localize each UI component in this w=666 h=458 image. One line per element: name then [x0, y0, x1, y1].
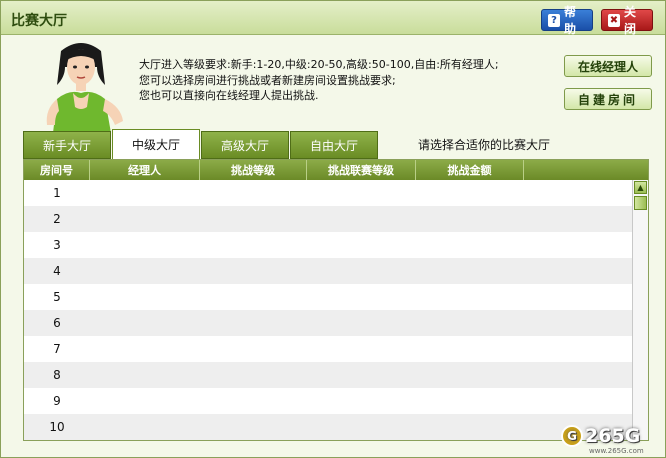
room-number: 8 [53, 368, 61, 382]
room-number: 9 [53, 394, 61, 408]
help-label: 帮助 [563, 5, 576, 36]
match-hall-window: 比赛大厅 ? 帮助 ✖ 关闭 大厅进入等级要求:新手:1-20,中级:20-50… [0, 0, 666, 458]
table-row[interactable]: 8 [24, 362, 632, 388]
watermark-url: www.265G.com [589, 447, 644, 455]
table-rows: 1 2 3 4 5 6 7 8 9 10 [24, 180, 632, 440]
column-manager[interactable]: 经理人 [90, 160, 200, 180]
room-number: 4 [53, 264, 61, 278]
table-row[interactable]: 10 [24, 414, 632, 440]
host-girl-avatar [46, 43, 123, 133]
room-table: 房间号 经理人 挑战等级 挑战联赛等级 挑战金额 1 2 3 4 5 6 7 8… [23, 159, 649, 441]
room-number: 6 [53, 316, 61, 330]
room-number: 7 [53, 342, 61, 356]
table-scrollbar[interactable]: ▲ [632, 180, 648, 440]
requirements-line-2: 您可以选择房间进行挑战或者新建房间设置挑战要求; [139, 73, 396, 87]
online-managers-button[interactable]: 在线经理人 [564, 55, 652, 77]
column-challenge-league-level[interactable]: 挑战联赛等级 [307, 160, 416, 180]
help-button[interactable]: ? 帮助 [541, 5, 593, 36]
create-room-button[interactable]: 自建房间 [564, 88, 652, 110]
table-row[interactable]: 4 [24, 258, 632, 284]
table-header: 房间号 经理人 挑战等级 挑战联赛等级 挑战金额 [24, 160, 648, 180]
room-number: 2 [53, 212, 61, 226]
room-number: 5 [53, 290, 61, 304]
tab-advanced-hall[interactable]: 高级大厅 [201, 131, 289, 159]
table-row[interactable]: 1 [24, 180, 632, 206]
column-challenge-amount[interactable]: 挑战金额 [416, 160, 524, 180]
table-row[interactable]: 6 [24, 310, 632, 336]
column-room-number[interactable]: 房间号 [24, 160, 90, 180]
close-button[interactable]: ✖ 关闭 [601, 5, 653, 36]
table-row[interactable]: 5 [24, 284, 632, 310]
table-row[interactable]: 7 [24, 336, 632, 362]
level-requirements-text: 大厅进入等级要求:新手:1-20,中级:20-50,高级:50-100,自由:所… [139, 57, 559, 104]
room-number: 1 [53, 186, 61, 200]
table-row[interactable]: 3 [24, 232, 632, 258]
room-number: 10 [49, 420, 65, 434]
requirements-line-1: 大厅进入等级要求:新手:1-20,中级:20-50,高级:50-100,自由:所… [139, 58, 499, 71]
g-logo-icon: G [561, 425, 583, 447]
close-label: 关闭 [623, 5, 636, 36]
close-icon: ✖ [608, 13, 620, 27]
tab-free-hall[interactable]: 自由大厅 [290, 131, 378, 159]
window-title: 比赛大厅 [11, 13, 67, 29]
watermark-brand: 265G [585, 425, 641, 447]
room-number: 3 [53, 238, 61, 252]
column-challenge-level[interactable]: 挑战等级 [200, 160, 307, 180]
table-row[interactable]: 2 [24, 206, 632, 232]
requirements-line-3: 您也可以直接向在线经理人提出挑战. [139, 89, 319, 102]
hall-hint: 请选择合适你的比赛大厅 [418, 138, 551, 152]
tab-intermediate-hall[interactable]: 中级大厅 [112, 129, 200, 159]
tab-novice-hall[interactable]: 新手大厅 [23, 131, 111, 159]
column-extra [524, 160, 632, 180]
question-icon: ? [548, 13, 560, 27]
scroll-thumb[interactable] [634, 196, 647, 210]
titlebar: 比赛大厅 ? 帮助 ✖ 关闭 [1, 1, 665, 36]
table-row[interactable]: 9 [24, 388, 632, 414]
scroll-up-icon[interactable]: ▲ [634, 181, 647, 194]
